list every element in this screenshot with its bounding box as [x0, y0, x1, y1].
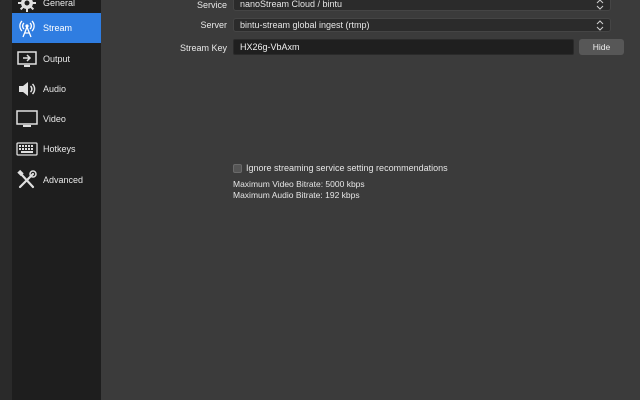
sidebar-item-label: General [43, 0, 76, 8]
stream-key-input[interactable]: HX26g-VbAxm [233, 39, 574, 55]
speaker-icon [16, 78, 38, 100]
antenna-icon [16, 17, 38, 39]
chevron-updown-icon [596, 0, 604, 10]
max-video-bitrate: Maximum Video Bitrate: 5000 kbps [233, 179, 365, 189]
stream-key-label: Stream Key [179, 43, 227, 53]
sidebar-item-label: Hotkeys [43, 144, 76, 154]
sidebar-item-stream[interactable]: Stream [12, 13, 101, 43]
service-value: nanoStream Cloud / bintu [240, 0, 343, 9]
ignore-recommendations-checkbox[interactable] [233, 163, 242, 173]
tools-icon [16, 169, 38, 191]
sidebar-item-hotkeys[interactable]: Hotkeys [12, 134, 101, 164]
sidebar-item-label: Advanced [43, 175, 84, 185]
sidebar-item-label: Stream [43, 23, 73, 33]
ignore-recommendations-row[interactable]: Ignore streaming service setting recomme… [233, 163, 448, 173]
output-icon [16, 48, 38, 70]
sidebar-item-advanced[interactable]: Advanced [12, 165, 101, 195]
max-audio-bitrate: Maximum Audio Bitrate: 192 kbps [233, 190, 360, 200]
sidebar-item-label: Video [43, 114, 66, 124]
server-value: bintu-stream global ingest (rtmp) [240, 20, 370, 30]
stream-settings-panel: Service nanoStream Cloud / bintu Server … [101, 0, 640, 400]
sidebar-item-audio[interactable]: Audio [12, 74, 101, 104]
service-select[interactable]: nanoStream Cloud / bintu [233, 0, 611, 11]
server-select[interactable]: bintu-stream global ingest (rtmp) [233, 18, 611, 32]
sidebar-item-label: Output [43, 54, 71, 64]
service-label: Service [196, 0, 227, 10]
sidebar-item-label: Audio [43, 84, 67, 94]
chevron-updown-icon [596, 20, 604, 31]
sidebar-item-video[interactable]: Video [12, 104, 101, 134]
sidebar-item-output[interactable]: Output [12, 44, 101, 74]
settings-sidebar: General Stream Output Audio Video Hotkey… [12, 0, 101, 400]
settings-window: General Stream Output Audio Video Hotkey… [0, 0, 640, 400]
server-label: Server [200, 20, 227, 30]
hide-button[interactable]: Hide [579, 39, 624, 55]
keyboard-icon [16, 138, 38, 160]
monitor-icon [16, 108, 38, 130]
ignore-recommendations-label: Ignore streaming service setting recomme… [246, 163, 448, 173]
gear-icon [16, 0, 38, 14]
window-edge [0, 0, 12, 400]
